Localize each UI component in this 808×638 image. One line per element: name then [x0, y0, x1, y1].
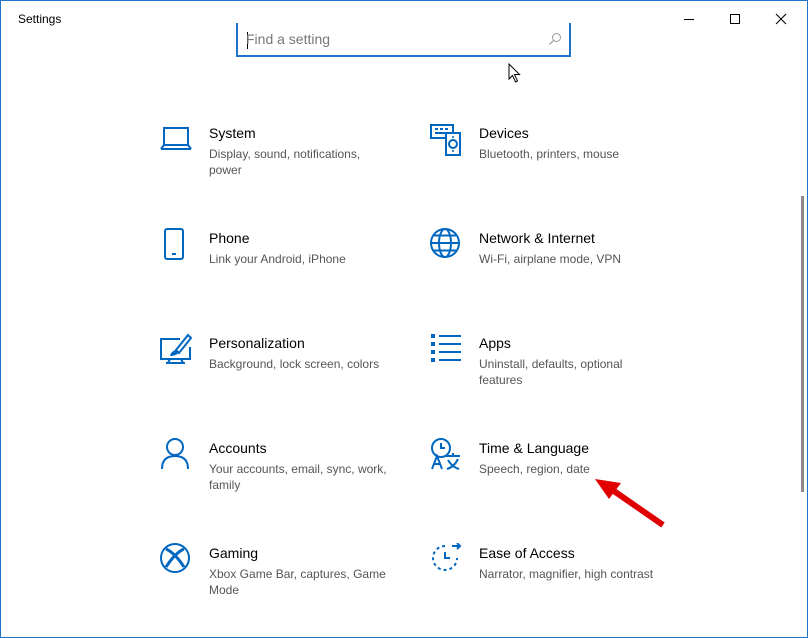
close-icon	[775, 13, 787, 25]
tile-description: Your accounts, email, sync, work, family	[209, 462, 387, 492]
person-icon	[160, 438, 194, 472]
tile-description: Display, sound, notifications, power	[209, 147, 361, 177]
xbox-icon	[160, 543, 194, 577]
scrollbar[interactable]	[801, 196, 804, 492]
search-input[interactable]	[246, 27, 541, 51]
paintbrush-icon	[160, 333, 194, 367]
search-icon[interactable]	[548, 32, 562, 46]
search-box[interactable]	[236, 23, 571, 57]
maximize-button[interactable]	[712, 1, 758, 37]
tile-gaming[interactable]: Gaming Xbox Game Bar, captures, Game Mod…	[160, 543, 410, 623]
ease-of-access-icon	[430, 543, 464, 577]
maximize-icon	[730, 14, 740, 24]
mouse-pointer-icon	[508, 63, 521, 83]
tile-devices[interactable]: Devices Bluetooth, printers, mouse	[430, 123, 680, 203]
tile-title: Phone	[209, 230, 250, 246]
globe-icon	[430, 228, 464, 262]
phone-icon	[160, 228, 194, 262]
tile-phone[interactable]: Phone Link your Android, iPhone	[160, 228, 410, 308]
devices-icon	[430, 123, 464, 157]
tile-description: Link your Android, iPhone	[209, 252, 346, 266]
apps-list-icon	[430, 333, 464, 367]
minimize-icon	[684, 19, 694, 20]
tile-description: Background, lock screen, colors	[209, 357, 380, 371]
tile-personalization[interactable]: Personalization Background, lock screen,…	[160, 333, 410, 413]
window-title: Settings	[18, 12, 62, 26]
tile-description: Narrator, magnifier, high contrast	[479, 567, 654, 581]
tile-apps[interactable]: Apps Uninstall, defaults, optional featu…	[430, 333, 680, 413]
time-language-icon	[430, 438, 464, 472]
tile-description: Xbox Game Bar, captures, Game Mode	[209, 567, 386, 597]
tile-title: Devices	[479, 125, 529, 141]
tile-title: Personalization	[209, 335, 305, 351]
tile-title: Accounts	[209, 440, 267, 456]
close-button[interactable]	[758, 1, 804, 37]
tile-title: Apps	[479, 335, 511, 351]
laptop-icon	[160, 123, 194, 157]
tile-title: Time & Language	[479, 440, 589, 456]
tile-description: Bluetooth, printers, mouse	[479, 147, 620, 161]
minimize-button[interactable]	[666, 1, 712, 37]
tile-system[interactable]: System Display, sound, notifications, po…	[160, 123, 410, 203]
tile-title: System	[209, 125, 256, 141]
annotation-arrow-icon	[595, 479, 665, 528]
tile-title: Network & Internet	[479, 230, 595, 246]
tile-ease-of-access[interactable]: Ease of Access Narrator, magnifier, high…	[430, 543, 680, 623]
tile-description: Uninstall, defaults, optional features	[479, 357, 623, 387]
settings-window: Settings Find a setting System Display, …	[0, 0, 808, 638]
tile-network-internet[interactable]: Network & Internet Wi-Fi, airplane mode,…	[430, 228, 680, 308]
tile-description: Wi-Fi, airplane mode, VPN	[479, 252, 622, 266]
tile-title: Ease of Access	[479, 545, 575, 561]
tile-title: Gaming	[209, 545, 259, 561]
tile-accounts[interactable]: Accounts Your accounts, email, sync, wor…	[160, 438, 410, 518]
